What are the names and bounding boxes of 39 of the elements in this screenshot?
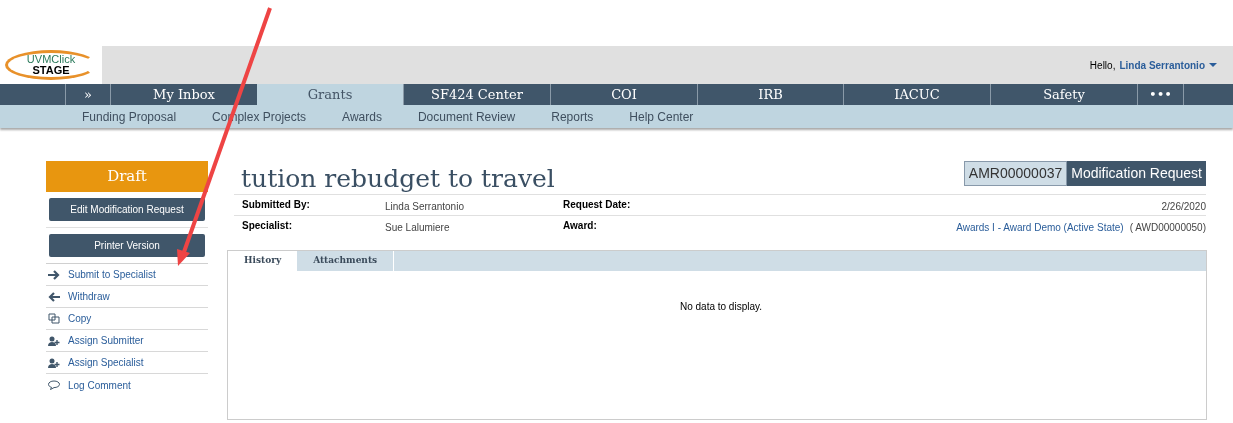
record-title: tution rebudget to travel xyxy=(241,166,555,192)
field-value: ( AWD00000050) xyxy=(1129,221,1206,235)
action-link[interactable]: Withdraw xyxy=(68,289,110,304)
action-link[interactable]: Copy xyxy=(68,311,92,326)
arrow-left-icon xyxy=(48,291,60,302)
field-label: Request Date: xyxy=(563,198,632,212)
copy-icon xyxy=(48,313,60,324)
action-button[interactable]: Edit Modification Request xyxy=(49,198,205,221)
nav-tab[interactable]: Grants xyxy=(257,84,403,105)
field-label: Submitted By: xyxy=(242,198,311,212)
action-link[interactable]: Log Comment xyxy=(68,377,131,393)
arrow-right-icon xyxy=(48,269,60,280)
field-label: Award: xyxy=(563,219,598,233)
caret-icon xyxy=(1209,63,1217,67)
subnav-link[interactable]: Document Review xyxy=(417,107,516,126)
status-banner: Draft xyxy=(46,161,208,192)
logo: UVMClick STAGE xyxy=(0,46,102,84)
subnav-link[interactable]: Reports xyxy=(551,107,594,126)
greeting-text: Hello, xyxy=(1089,58,1116,73)
empty-message: No data to display. xyxy=(679,300,763,314)
subnav-link[interactable]: Help Center xyxy=(629,107,694,126)
subnav-link[interactable]: Funding Proposal xyxy=(82,107,177,126)
user-menu-button[interactable]: Linda Serrantonio xyxy=(1119,57,1217,73)
record-id: AMR00000037 xyxy=(963,161,1068,186)
record-type: Modification Request xyxy=(1067,161,1206,186)
action-button[interactable]: Printer Version xyxy=(49,234,205,257)
field-value: 2/26/2020 xyxy=(1161,200,1206,214)
field-value: Linda Serrantonio xyxy=(385,200,465,214)
action-link[interactable]: Submit to Specialist xyxy=(68,267,156,282)
subnav-link[interactable]: Awards xyxy=(342,107,382,126)
field-label: Specialist: xyxy=(242,219,294,233)
panel-tab[interactable]: History xyxy=(228,251,298,271)
user-add-icon xyxy=(48,335,60,346)
award-link[interactable]: Awards I - Award Demo (Active State) xyxy=(956,220,1124,235)
action-link[interactable]: Assign Submitter xyxy=(68,333,144,348)
comment-icon xyxy=(48,380,60,390)
field-value: Sue Lalumiere xyxy=(385,221,451,235)
user-add-icon xyxy=(48,357,60,368)
action-link[interactable]: Assign Specialist xyxy=(68,355,144,370)
